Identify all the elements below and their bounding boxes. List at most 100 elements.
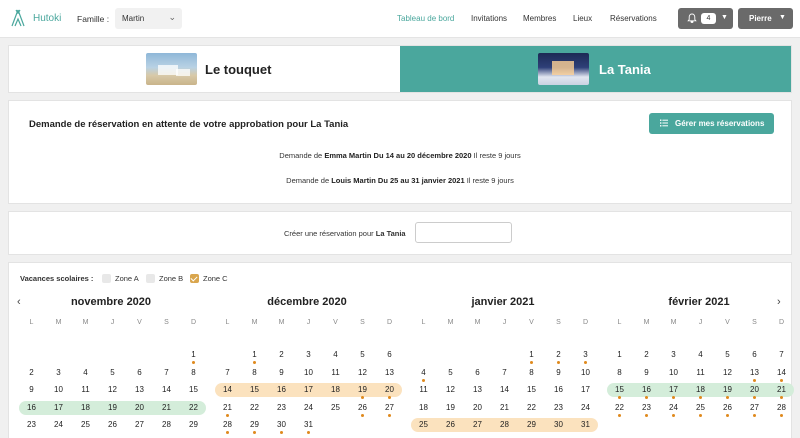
- calendar-day[interactable]: 24: [572, 401, 599, 415]
- calendar-day[interactable]: 6: [126, 366, 153, 380]
- calendar-day[interactable]: 28: [491, 418, 518, 432]
- calendar-day[interactable]: 29: [241, 418, 268, 432]
- calendar-day[interactable]: 2: [268, 348, 295, 362]
- calendar-day[interactable]: 13: [741, 366, 768, 380]
- calendar-day[interactable]: 9: [268, 366, 295, 380]
- calendar-day[interactable]: 17: [295, 383, 322, 397]
- calendar-day[interactable]: 9: [633, 366, 660, 380]
- calendar-day[interactable]: 28: [768, 401, 795, 415]
- nav-link-reservations[interactable]: Réservations: [610, 14, 657, 23]
- calendar-day[interactable]: 22: [180, 401, 207, 415]
- notifications-button[interactable]: 4 ▼: [678, 8, 733, 29]
- calendar-day[interactable]: 10: [572, 366, 599, 380]
- place-tab-la-tania[interactable]: La Tania: [400, 46, 791, 92]
- calendar-day[interactable]: 16: [268, 383, 295, 397]
- calendar-day[interactable]: 1: [606, 348, 633, 362]
- calendar-day[interactable]: 30: [268, 418, 295, 432]
- calendar-day[interactable]: 7: [768, 348, 795, 362]
- calendar-day[interactable]: 15: [180, 383, 207, 397]
- calendar-day[interactable]: 2: [18, 366, 45, 380]
- calendar-day[interactable]: 25: [72, 418, 99, 432]
- calendar-day[interactable]: 11: [410, 383, 437, 397]
- calendar-day[interactable]: 5: [714, 348, 741, 362]
- calendar-day[interactable]: 12: [437, 383, 464, 397]
- calendar-day[interactable]: 26: [99, 418, 126, 432]
- calendar-day[interactable]: 25: [410, 418, 437, 432]
- calendar-day[interactable]: 19: [349, 383, 376, 397]
- calendar-day[interactable]: 9: [18, 383, 45, 397]
- calendar-day[interactable]: 25: [687, 401, 714, 415]
- calendar-day[interactable]: 19: [437, 401, 464, 415]
- calendar-day[interactable]: 4: [322, 348, 349, 362]
- calendar-day[interactable]: 20: [741, 383, 768, 397]
- calendar-day[interactable]: 5: [349, 348, 376, 362]
- calendar-day[interactable]: 28: [153, 418, 180, 432]
- calendar-day[interactable]: 13: [126, 383, 153, 397]
- calendar-day[interactable]: 4: [72, 366, 99, 380]
- nav-link-members[interactable]: Membres: [523, 14, 556, 23]
- calendar-day[interactable]: 22: [241, 401, 268, 415]
- calendar-day[interactable]: 15: [241, 383, 268, 397]
- calendar-day[interactable]: 3: [660, 348, 687, 362]
- calendar-day[interactable]: 23: [545, 401, 572, 415]
- calendar-day[interactable]: 22: [518, 401, 545, 415]
- reservation-date-input[interactable]: [415, 222, 512, 243]
- calendar-day[interactable]: 21: [768, 383, 795, 397]
- calendar-day[interactable]: 23: [633, 401, 660, 415]
- calendar-day[interactable]: 4: [410, 366, 437, 380]
- zone-a-checkbox[interactable]: Zone A: [102, 274, 139, 283]
- calendar-day[interactable]: 1: [180, 348, 207, 362]
- calendar-day[interactable]: 17: [660, 383, 687, 397]
- calendar-day[interactable]: 20: [464, 401, 491, 415]
- user-menu-button[interactable]: Pierre ▼: [738, 8, 793, 29]
- calendar-day[interactable]: 21: [491, 401, 518, 415]
- calendar-day[interactable]: 3: [295, 348, 322, 362]
- calendar-day[interactable]: 2: [545, 348, 572, 362]
- calendar-day[interactable]: 1: [518, 348, 545, 362]
- calendar-day[interactable]: 27: [126, 418, 153, 432]
- calendar-day[interactable]: 18: [687, 383, 714, 397]
- calendar-day[interactable]: 8: [518, 366, 545, 380]
- calendar-day[interactable]: 4: [687, 348, 714, 362]
- calendar-day[interactable]: 15: [606, 383, 633, 397]
- calendar-day[interactable]: 15: [518, 383, 545, 397]
- nav-link-dashboard[interactable]: Tableau de bord: [397, 14, 454, 23]
- calendar-day[interactable]: 10: [660, 366, 687, 380]
- calendar-day[interactable]: 27: [376, 401, 403, 415]
- calendar-day[interactable]: 11: [72, 383, 99, 397]
- calendar-day[interactable]: 27: [464, 418, 491, 432]
- calendar-day[interactable]: 6: [464, 366, 491, 380]
- calendar-day[interactable]: 14: [153, 383, 180, 397]
- calendar-day[interactable]: 3: [45, 366, 72, 380]
- calendar-day[interactable]: 14: [768, 366, 795, 380]
- calendar-day[interactable]: 9: [545, 366, 572, 380]
- calendar-day[interactable]: 29: [180, 418, 207, 432]
- calendar-day[interactable]: 24: [660, 401, 687, 415]
- calendar-day[interactable]: 16: [633, 383, 660, 397]
- calendar-day[interactable]: 14: [214, 383, 241, 397]
- calendar-day[interactable]: 8: [606, 366, 633, 380]
- calendar-day[interactable]: 30: [545, 418, 572, 432]
- calendar-day[interactable]: 23: [18, 418, 45, 432]
- calendar-day[interactable]: 11: [322, 366, 349, 380]
- calendar-day[interactable]: 27: [741, 401, 768, 415]
- calendar-day[interactable]: 28: [214, 418, 241, 432]
- calendar-day[interactable]: 6: [376, 348, 403, 362]
- calendar-day[interactable]: 12: [714, 366, 741, 380]
- calendar-day[interactable]: 7: [153, 366, 180, 380]
- calendar-day[interactable]: 23: [268, 401, 295, 415]
- calendar-day[interactable]: 11: [687, 366, 714, 380]
- calendar-day[interactable]: 18: [72, 401, 99, 415]
- calendar-day[interactable]: 19: [714, 383, 741, 397]
- place-tab-le-touquet[interactable]: Le touquet: [9, 46, 400, 92]
- calendar-day[interactable]: 7: [491, 366, 518, 380]
- calendar-day[interactable]: 20: [376, 383, 403, 397]
- calendar-day[interactable]: 17: [45, 401, 72, 415]
- calendar-day[interactable]: 18: [410, 401, 437, 415]
- calendar-day[interactable]: 12: [99, 383, 126, 397]
- calendar-day[interactable]: 22: [606, 401, 633, 415]
- calendar-day[interactable]: 8: [241, 366, 268, 380]
- calendar-day[interactable]: 10: [45, 383, 72, 397]
- calendar-day[interactable]: 20: [126, 401, 153, 415]
- calendar-day[interactable]: 7: [214, 366, 241, 380]
